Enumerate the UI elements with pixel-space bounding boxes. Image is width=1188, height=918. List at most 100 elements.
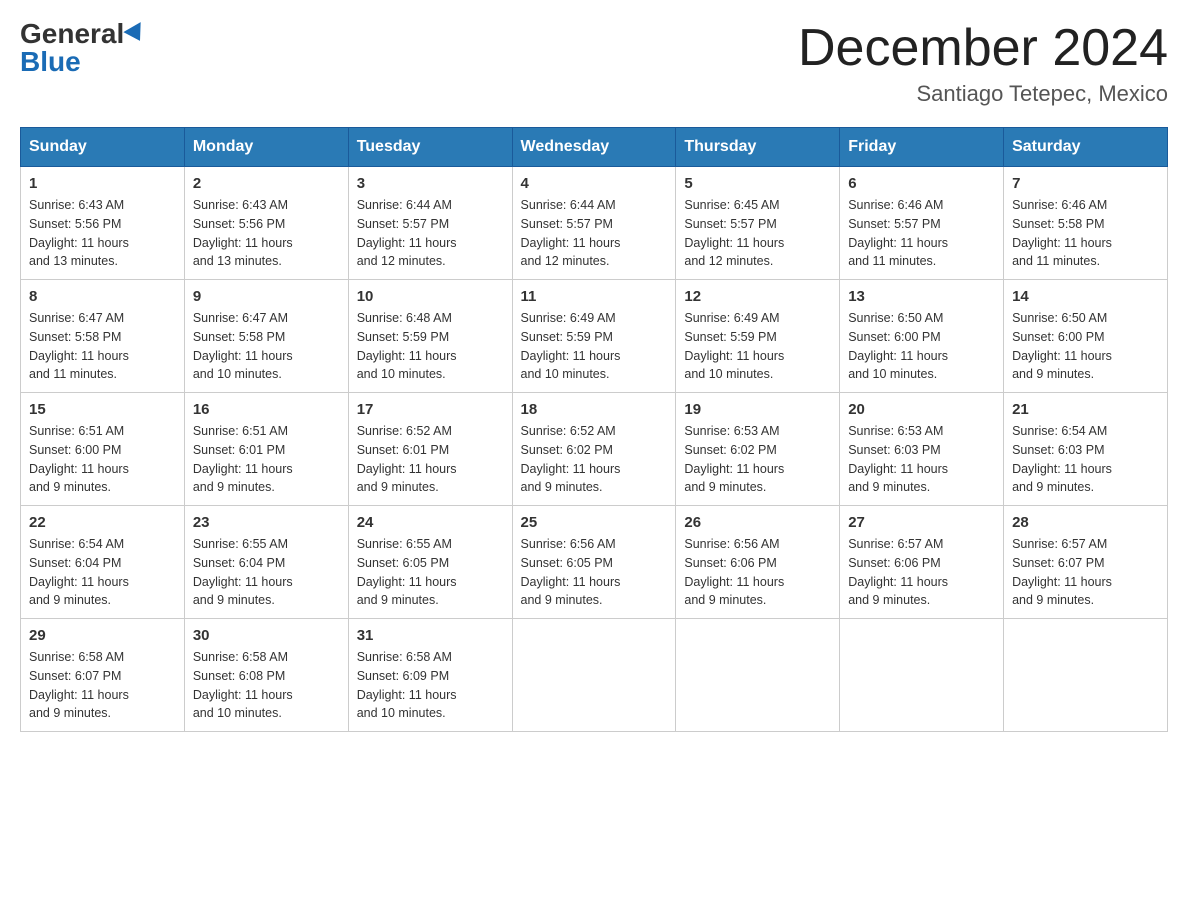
day-info: Sunrise: 6:56 AM Sunset: 6:06 PM Dayligh… <box>684 535 831 610</box>
day-info: Sunrise: 6:58 AM Sunset: 6:08 PM Dayligh… <box>193 648 340 723</box>
day-info: Sunrise: 6:58 AM Sunset: 6:09 PM Dayligh… <box>357 648 504 723</box>
calendar-header-row: SundayMondayTuesdayWednesdayThursdayFrid… <box>21 128 1168 167</box>
calendar-cell <box>840 619 1004 732</box>
calendar-cell: 8 Sunrise: 6:47 AM Sunset: 5:58 PM Dayli… <box>21 280 185 393</box>
day-number: 6 <box>848 175 995 192</box>
day-number: 29 <box>29 627 176 644</box>
day-info: Sunrise: 6:49 AM Sunset: 5:59 PM Dayligh… <box>521 309 668 384</box>
day-number: 17 <box>357 401 504 418</box>
calendar-cell: 9 Sunrise: 6:47 AM Sunset: 5:58 PM Dayli… <box>184 280 348 393</box>
calendar-cell: 20 Sunrise: 6:53 AM Sunset: 6:03 PM Dayl… <box>840 393 1004 506</box>
column-header-wednesday: Wednesday <box>512 128 676 167</box>
calendar-cell: 6 Sunrise: 6:46 AM Sunset: 5:57 PM Dayli… <box>840 167 1004 280</box>
logo-blue-text: Blue <box>20 48 81 76</box>
calendar-cell: 14 Sunrise: 6:50 AM Sunset: 6:00 PM Dayl… <box>1004 280 1168 393</box>
column-header-sunday: Sunday <box>21 128 185 167</box>
calendar-cell: 31 Sunrise: 6:58 AM Sunset: 6:09 PM Dayl… <box>348 619 512 732</box>
day-number: 1 <box>29 175 176 192</box>
calendar-cell: 15 Sunrise: 6:51 AM Sunset: 6:00 PM Dayl… <box>21 393 185 506</box>
calendar-cell: 21 Sunrise: 6:54 AM Sunset: 6:03 PM Dayl… <box>1004 393 1168 506</box>
calendar-cell: 5 Sunrise: 6:45 AM Sunset: 5:57 PM Dayli… <box>676 167 840 280</box>
calendar-cell: 17 Sunrise: 6:52 AM Sunset: 6:01 PM Dayl… <box>348 393 512 506</box>
column-header-tuesday: Tuesday <box>348 128 512 167</box>
day-info: Sunrise: 6:57 AM Sunset: 6:06 PM Dayligh… <box>848 535 995 610</box>
day-number: 11 <box>521 288 668 305</box>
calendar-week-row: 15 Sunrise: 6:51 AM Sunset: 6:00 PM Dayl… <box>21 393 1168 506</box>
calendar-cell: 29 Sunrise: 6:58 AM Sunset: 6:07 PM Dayl… <box>21 619 185 732</box>
day-number: 8 <box>29 288 176 305</box>
day-info: Sunrise: 6:46 AM Sunset: 5:58 PM Dayligh… <box>1012 196 1159 271</box>
day-info: Sunrise: 6:47 AM Sunset: 5:58 PM Dayligh… <box>29 309 176 384</box>
day-number: 23 <box>193 514 340 531</box>
calendar-cell: 27 Sunrise: 6:57 AM Sunset: 6:06 PM Dayl… <box>840 506 1004 619</box>
day-info: Sunrise: 6:57 AM Sunset: 6:07 PM Dayligh… <box>1012 535 1159 610</box>
calendar-table: SundayMondayTuesdayWednesdayThursdayFrid… <box>20 127 1168 732</box>
day-number: 27 <box>848 514 995 531</box>
day-info: Sunrise: 6:53 AM Sunset: 6:03 PM Dayligh… <box>848 422 995 497</box>
day-info: Sunrise: 6:43 AM Sunset: 5:56 PM Dayligh… <box>193 196 340 271</box>
day-info: Sunrise: 6:52 AM Sunset: 6:01 PM Dayligh… <box>357 422 504 497</box>
day-number: 10 <box>357 288 504 305</box>
calendar-cell: 24 Sunrise: 6:55 AM Sunset: 6:05 PM Dayl… <box>348 506 512 619</box>
month-title: December 2024 <box>798 20 1168 77</box>
day-number: 16 <box>193 401 340 418</box>
day-number: 28 <box>1012 514 1159 531</box>
calendar-cell <box>676 619 840 732</box>
calendar-cell: 18 Sunrise: 6:52 AM Sunset: 6:02 PM Dayl… <box>512 393 676 506</box>
calendar-cell <box>1004 619 1168 732</box>
calendar-cell: 10 Sunrise: 6:48 AM Sunset: 5:59 PM Dayl… <box>348 280 512 393</box>
day-info: Sunrise: 6:58 AM Sunset: 6:07 PM Dayligh… <box>29 648 176 723</box>
day-info: Sunrise: 6:47 AM Sunset: 5:58 PM Dayligh… <box>193 309 340 384</box>
day-info: Sunrise: 6:51 AM Sunset: 6:00 PM Dayligh… <box>29 422 176 497</box>
calendar-cell: 16 Sunrise: 6:51 AM Sunset: 6:01 PM Dayl… <box>184 393 348 506</box>
calendar-cell: 30 Sunrise: 6:58 AM Sunset: 6:08 PM Dayl… <box>184 619 348 732</box>
day-number: 14 <box>1012 288 1159 305</box>
day-info: Sunrise: 6:54 AM Sunset: 6:04 PM Dayligh… <box>29 535 176 610</box>
day-number: 2 <box>193 175 340 192</box>
day-number: 25 <box>521 514 668 531</box>
calendar-cell: 28 Sunrise: 6:57 AM Sunset: 6:07 PM Dayl… <box>1004 506 1168 619</box>
calendar-week-row: 22 Sunrise: 6:54 AM Sunset: 6:04 PM Dayl… <box>21 506 1168 619</box>
day-info: Sunrise: 6:55 AM Sunset: 6:04 PM Dayligh… <box>193 535 340 610</box>
day-info: Sunrise: 6:44 AM Sunset: 5:57 PM Dayligh… <box>357 196 504 271</box>
day-info: Sunrise: 6:50 AM Sunset: 6:00 PM Dayligh… <box>848 309 995 384</box>
day-info: Sunrise: 6:54 AM Sunset: 6:03 PM Dayligh… <box>1012 422 1159 497</box>
day-number: 7 <box>1012 175 1159 192</box>
day-info: Sunrise: 6:44 AM Sunset: 5:57 PM Dayligh… <box>521 196 668 271</box>
calendar-cell: 1 Sunrise: 6:43 AM Sunset: 5:56 PM Dayli… <box>21 167 185 280</box>
column-header-friday: Friday <box>840 128 1004 167</box>
calendar-cell: 2 Sunrise: 6:43 AM Sunset: 5:56 PM Dayli… <box>184 167 348 280</box>
day-info: Sunrise: 6:50 AM Sunset: 6:00 PM Dayligh… <box>1012 309 1159 384</box>
calendar-week-row: 29 Sunrise: 6:58 AM Sunset: 6:07 PM Dayl… <box>21 619 1168 732</box>
day-number: 3 <box>357 175 504 192</box>
logo-general-text: General <box>20 20 124 48</box>
day-info: Sunrise: 6:48 AM Sunset: 5:59 PM Dayligh… <box>357 309 504 384</box>
location-text: Santiago Tetepec, Mexico <box>798 81 1168 107</box>
calendar-cell: 23 Sunrise: 6:55 AM Sunset: 6:04 PM Dayl… <box>184 506 348 619</box>
day-info: Sunrise: 6:55 AM Sunset: 6:05 PM Dayligh… <box>357 535 504 610</box>
day-number: 12 <box>684 288 831 305</box>
column-header-saturday: Saturday <box>1004 128 1168 167</box>
column-header-monday: Monday <box>184 128 348 167</box>
calendar-cell: 25 Sunrise: 6:56 AM Sunset: 6:05 PM Dayl… <box>512 506 676 619</box>
logo-triangle-icon <box>124 22 149 46</box>
calendar-cell: 12 Sunrise: 6:49 AM Sunset: 5:59 PM Dayl… <box>676 280 840 393</box>
calendar-cell: 11 Sunrise: 6:49 AM Sunset: 5:59 PM Dayl… <box>512 280 676 393</box>
day-number: 26 <box>684 514 831 531</box>
day-number: 5 <box>684 175 831 192</box>
title-block: December 2024 Santiago Tetepec, Mexico <box>798 20 1168 107</box>
calendar-week-row: 1 Sunrise: 6:43 AM Sunset: 5:56 PM Dayli… <box>21 167 1168 280</box>
logo: General Blue <box>20 20 146 76</box>
calendar-cell: 26 Sunrise: 6:56 AM Sunset: 6:06 PM Dayl… <box>676 506 840 619</box>
calendar-cell: 19 Sunrise: 6:53 AM Sunset: 6:02 PM Dayl… <box>676 393 840 506</box>
column-header-thursday: Thursday <box>676 128 840 167</box>
day-number: 30 <box>193 627 340 644</box>
day-number: 22 <box>29 514 176 531</box>
day-info: Sunrise: 6:52 AM Sunset: 6:02 PM Dayligh… <box>521 422 668 497</box>
day-info: Sunrise: 6:49 AM Sunset: 5:59 PM Dayligh… <box>684 309 831 384</box>
day-info: Sunrise: 6:53 AM Sunset: 6:02 PM Dayligh… <box>684 422 831 497</box>
calendar-cell: 7 Sunrise: 6:46 AM Sunset: 5:58 PM Dayli… <box>1004 167 1168 280</box>
day-number: 15 <box>29 401 176 418</box>
calendar-week-row: 8 Sunrise: 6:47 AM Sunset: 5:58 PM Dayli… <box>21 280 1168 393</box>
day-number: 20 <box>848 401 995 418</box>
